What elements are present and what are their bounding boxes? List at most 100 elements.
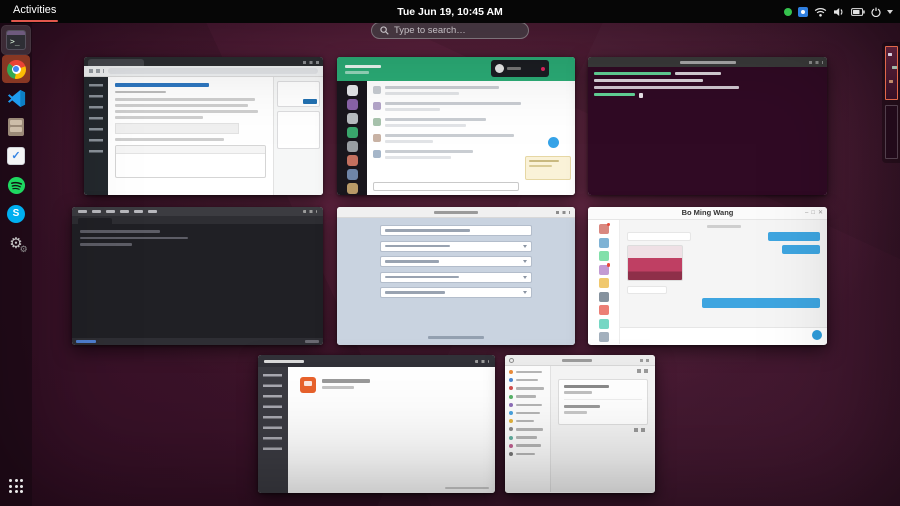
dock-item-todo[interactable]: ✓ <box>2 142 30 170</box>
browser-tab <box>88 59 144 66</box>
form-field <box>380 271 532 283</box>
avatar <box>598 305 609 315</box>
send-button <box>812 330 822 340</box>
settings-content <box>551 366 655 492</box>
window-thumbnail-dark-sidebar-app[interactable] <box>258 355 495 493</box>
system-status-area[interactable] <box>784 0 893 23</box>
header-action-icons <box>637 369 650 373</box>
avatar <box>346 183 358 194</box>
workspace-thumbnail-active[interactable] <box>884 46 898 100</box>
message-bubble <box>702 298 820 308</box>
avatar <box>598 278 609 288</box>
app-content <box>288 367 495 493</box>
chevron-down-icon <box>887 9 893 14</box>
window-buttons <box>475 359 489 363</box>
form-field <box>380 225 532 236</box>
activities-button[interactable]: Activities <box>8 0 61 23</box>
activities-overview: Activities Tue Jun 19, 10:45 AM >_ ✓ S ⚙… <box>0 0 900 506</box>
workspace-thumbnail-inactive[interactable] <box>884 105 898 159</box>
nav-buttons <box>89 69 104 73</box>
window-thumbnail-slack[interactable] <box>337 57 575 195</box>
add-remove-buttons <box>634 428 646 432</box>
todo-icon: ✓ <box>7 147 25 165</box>
recording-dot-icon <box>784 7 792 16</box>
gear-icon: ⚙ <box>9 236 28 254</box>
dock-item-terminal[interactable]: >_ <box>1 25 31 55</box>
avatar <box>346 99 358 110</box>
avatar <box>346 113 358 124</box>
editor-tabbar <box>72 216 323 224</box>
avatar <box>598 237 609 248</box>
vscode-icon <box>7 89 25 107</box>
form-field <box>380 240 532 252</box>
skype-icon: S <box>7 205 25 223</box>
show-applications-icon <box>9 479 23 493</box>
search-icon <box>509 357 514 363</box>
settings-headerbar <box>505 355 655 366</box>
slack-body <box>337 81 575 195</box>
window-thumbnail-form[interactable] <box>337 207 575 345</box>
battery-icon <box>851 7 865 16</box>
window-buttons <box>303 210 317 213</box>
code-block <box>115 123 239 134</box>
dock-item-spotify[interactable] <box>2 171 30 199</box>
publish-box <box>277 81 320 107</box>
settings-title <box>562 358 592 362</box>
dock-item-files[interactable] <box>2 113 30 141</box>
message-bubble <box>782 245 820 254</box>
terminal-icon: >_ <box>6 30 26 50</box>
editor-code-area <box>72 224 323 338</box>
publish-panel <box>273 77 323 195</box>
app-sidebar <box>258 367 288 493</box>
message-area <box>620 220 827 344</box>
avatar <box>346 85 358 96</box>
window-buttons <box>556 211 570 214</box>
avatar <box>598 251 609 261</box>
volume-icon <box>834 7 843 16</box>
avatar <box>598 318 609 329</box>
power-icon <box>871 7 881 17</box>
search-bar[interactable]: Type to search… <box>371 22 529 39</box>
notice-toast <box>525 156 571 180</box>
window-thumbnail-settings[interactable] <box>505 355 655 493</box>
top-panel: Activities Tue Jun 19, 10:45 AM <box>0 0 900 23</box>
dock-item-vscode[interactable] <box>2 84 30 112</box>
settings-sidebar <box>505 366 551 492</box>
recording-dot-icon <box>541 66 545 71</box>
app-body <box>258 367 495 493</box>
chat-body <box>588 220 827 344</box>
app-titlebar <box>258 355 495 367</box>
editor-statusbar <box>72 338 323 345</box>
spotify-icon <box>7 176 25 194</box>
window-thumbnail-browser-editor[interactable] <box>84 57 323 195</box>
dock-item-chrome[interactable] <box>2 55 30 83</box>
clock[interactable]: Tue Jun 19, 10:45 AM <box>397 6 503 18</box>
search-placeholder: Type to search… <box>394 25 466 36</box>
form-field <box>380 256 532 267</box>
window-thumbnail-code-editor[interactable] <box>72 207 323 345</box>
show-applications-button[interactable] <box>2 472 30 500</box>
dock-item-settings[interactable]: ⚙ <box>2 229 30 257</box>
terminal-output <box>588 67 827 195</box>
avatar <box>346 155 358 166</box>
window-buttons <box>640 358 651 362</box>
files-icon <box>8 118 24 136</box>
window-thumbnail-chat[interactable]: Bo Ming Wang – □ ✕ <box>588 207 827 345</box>
post-content <box>108 77 273 195</box>
status-text <box>445 486 489 489</box>
message-bubble <box>627 286 667 294</box>
meta-box <box>277 111 320 149</box>
dock-item-skype[interactable]: S <box>2 200 30 228</box>
chat-input-bar <box>620 327 827 344</box>
browser-toolbar <box>84 66 323 77</box>
window-thumbnail-terminal[interactable] <box>588 57 827 195</box>
workspace-switcher <box>882 42 900 163</box>
form-field <box>380 287 532 298</box>
input-method-icon <box>798 6 808 17</box>
message-bubble <box>768 232 820 241</box>
conversation-list <box>588 220 620 344</box>
workspace-rail <box>337 81 367 195</box>
admin-sidebar <box>84 77 108 195</box>
avatar <box>346 127 358 138</box>
app-subtitle-text <box>322 386 354 389</box>
